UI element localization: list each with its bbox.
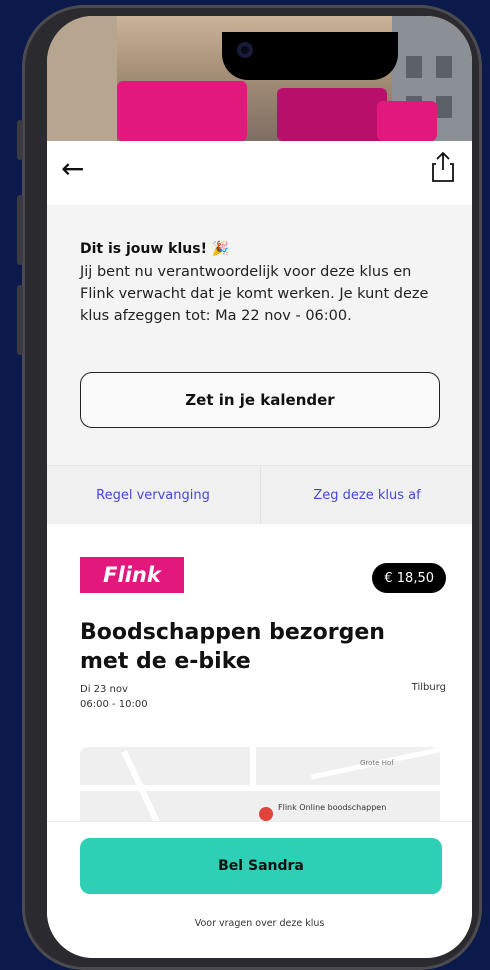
map-street-label: Grote Hof <box>360 759 394 767</box>
share-icon[interactable] <box>430 151 456 183</box>
window <box>406 56 422 78</box>
map-road <box>250 747 256 791</box>
bottom-action-bar: Bel Sandra Voor vragen over deze klus <box>47 821 472 958</box>
add-to-calendar-button[interactable]: Zet in je kalender <box>80 372 440 428</box>
phone-volume-down <box>17 285 23 355</box>
banner-title-text: Dit is jouw klus! <box>80 241 207 257</box>
price-badge: € 18,50 <box>372 563 446 593</box>
phone-volume-up <box>17 195 23 265</box>
delivery-bag <box>117 81 247 141</box>
party-icon: 🎉 <box>211 241 230 257</box>
map-pin-icon <box>259 807 273 821</box>
window <box>436 56 452 78</box>
delivery-bag <box>377 101 437 141</box>
job-title: Boodschappen bezorgen met de e-bike <box>80 620 385 674</box>
confirmation-banner: Dit is jouw klus! 🎉 Jij bent nu verantwo… <box>47 205 472 465</box>
camera-icon <box>237 42 253 58</box>
window <box>436 96 452 118</box>
map-road <box>80 785 440 791</box>
phone-side-button <box>17 120 23 160</box>
job-time: 06:00 - 10:00 <box>80 699 148 710</box>
arrange-replacement-link[interactable]: Regel vervanging <box>47 466 259 524</box>
company-logo: Flink <box>80 557 184 593</box>
cancel-job-link[interactable]: Zeg deze klus af <box>260 466 472 524</box>
delivery-bag <box>277 88 387 141</box>
call-hint-text: Voor vragen over deze klus <box>194 918 325 929</box>
app-screen: ← Dit is jouw klus! 🎉 Jij bent nu verant… <box>47 16 472 958</box>
map-place-label: Flink Online boodschappen <box>278 803 387 812</box>
job-schedule: Di 23 nov 06:00 - 10:00 <box>80 682 148 712</box>
arrow-left-icon[interactable]: ← <box>61 155 84 183</box>
call-contact-button[interactable]: Bel Sandra <box>80 838 442 894</box>
job-card: Flink € 18,50 Boodschappen bezorgen met … <box>47 524 472 837</box>
banner-title: Dit is jouw klus! 🎉 <box>80 241 229 257</box>
top-bar: ← <box>47 141 472 205</box>
job-city: Tilburg <box>411 682 446 693</box>
job-date: Di 23 nov <box>80 684 128 695</box>
banner-message: Jij bent nu verantwoordelijk voor deze k… <box>80 264 429 324</box>
job-actions: Regel vervanging Zeg deze klus af <box>47 465 472 525</box>
building-left <box>47 16 117 141</box>
